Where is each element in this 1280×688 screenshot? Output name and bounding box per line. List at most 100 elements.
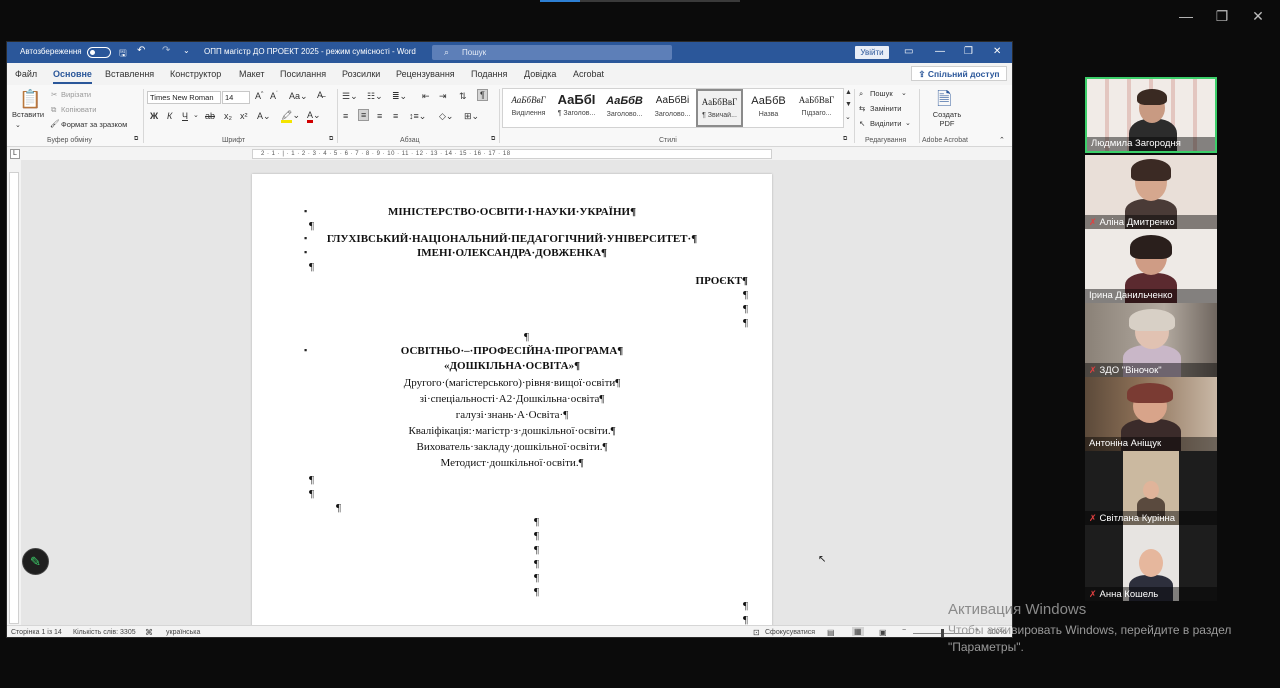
find-button[interactable]: Пошук bbox=[870, 89, 893, 98]
focus-button[interactable]: Сфокусуватися bbox=[765, 629, 815, 636]
page-count[interactable]: Сторінка 1 із 14 bbox=[11, 629, 62, 636]
italic-icon[interactable]: К bbox=[167, 111, 172, 121]
superscript-icon[interactable]: x² bbox=[240, 111, 248, 121]
style-heading-3[interactable]: АаБбВі Заголово... bbox=[649, 89, 696, 127]
bullets-icon[interactable]: ☰⌄ bbox=[342, 91, 358, 102]
style-emphasis[interactable]: АаБбВвГ Виділення bbox=[505, 89, 552, 127]
cut-icon[interactable]: ✂ bbox=[51, 90, 57, 99]
paste-button[interactable]: Вставити bbox=[12, 110, 44, 119]
text-effects-icon[interactable]: A⌄ bbox=[257, 111, 271, 122]
zoom-out-icon[interactable]: − bbox=[902, 627, 906, 634]
replace-icon[interactable]: ⇆ bbox=[859, 104, 865, 113]
tab-review[interactable]: Рецензування bbox=[396, 69, 455, 79]
word-count[interactable]: Кількість слів: 3305 bbox=[73, 629, 136, 636]
cut-button[interactable]: Вирізати bbox=[61, 90, 91, 99]
replace-button[interactable]: Замінити bbox=[870, 104, 901, 113]
read-mode-icon[interactable]: ▤ bbox=[827, 628, 835, 637]
align-center-icon[interactable]: ≡ bbox=[358, 109, 370, 121]
paste-icon[interactable]: 📋 bbox=[19, 89, 41, 110]
subscript-icon[interactable]: x₂ bbox=[224, 111, 232, 121]
minimize-icon[interactable]: — bbox=[935, 46, 945, 57]
collapse-ribbon-icon[interactable]: ⌃ bbox=[999, 136, 1005, 144]
tab-selector-icon[interactable]: L bbox=[10, 149, 20, 159]
tab-layout[interactable]: Макет bbox=[239, 69, 264, 79]
create-pdf-button[interactable]: Создать PDF bbox=[930, 110, 964, 128]
tab-design[interactable]: Конструктор bbox=[170, 69, 221, 79]
styles-launcher-icon[interactable]: ⧉ bbox=[843, 136, 847, 143]
participant-tile[interactable]: Антоніна Аніщук bbox=[1085, 377, 1217, 451]
multilevel-list-icon[interactable]: ≣⌄ bbox=[392, 91, 407, 102]
clipboard-launcher-icon[interactable]: ⧉ bbox=[134, 136, 138, 143]
proofing-icon[interactable]: ⌘ bbox=[145, 628, 153, 637]
share-button[interactable]: ⇪ Спільний доступ bbox=[911, 66, 1007, 81]
line-spacing-icon[interactable]: ↕≡⌄ bbox=[409, 111, 426, 122]
find-dropdown-icon[interactable]: ⌄ bbox=[901, 89, 907, 97]
clear-formatting-icon[interactable]: A̶ bbox=[317, 90, 323, 100]
host-maximize-icon[interactable]: ❐ bbox=[1212, 8, 1232, 25]
annotate-pen-icon[interactable]: ✎ bbox=[22, 548, 49, 575]
select-icon[interactable]: ↖ bbox=[859, 119, 865, 128]
close-icon[interactable]: ✕ bbox=[993, 46, 1001, 57]
tab-insert[interactable]: Вставлення bbox=[105, 69, 154, 79]
horizontal-ruler[interactable]: 2 · 1 · | · 1 · 2 · 3 · 4 · 5 · 6 · 7 · … bbox=[252, 149, 772, 159]
font-size-select[interactable]: 14 bbox=[222, 91, 250, 104]
zoom-slider-thumb[interactable] bbox=[941, 629, 944, 637]
style-subtitle[interactable]: АаБбВвГ Підзаго... bbox=[793, 89, 840, 127]
signin-button[interactable]: Увійти bbox=[855, 46, 889, 59]
styles-scroll-down-icon[interactable]: ▼ bbox=[845, 101, 852, 108]
copy-button[interactable]: Копіювати bbox=[61, 105, 96, 114]
tab-acrobat[interactable]: Acrobat bbox=[573, 69, 604, 79]
paragraph-launcher-icon[interactable]: ⧉ bbox=[491, 136, 495, 143]
host-close-icon[interactable]: ✕ bbox=[1248, 8, 1268, 25]
participant-tile[interactable]: ✗ ЗДО "Віночок" bbox=[1085, 303, 1217, 377]
tab-mailings[interactable]: Розсилки bbox=[342, 69, 380, 79]
borders-icon[interactable]: ⊞⌄ bbox=[464, 111, 479, 122]
participant-tile[interactable]: ✗ Анна Кошель bbox=[1085, 525, 1217, 601]
styles-scroll-up-icon[interactable]: ▲ bbox=[845, 89, 852, 96]
participant-tile[interactable]: ✗ Світлана Курінна bbox=[1085, 451, 1217, 525]
justify-icon[interactable]: ≡ bbox=[393, 111, 398, 121]
autosave-toggle[interactable] bbox=[87, 47, 111, 58]
numbering-icon[interactable]: ☷⌄ bbox=[367, 91, 383, 102]
tab-file[interactable]: Файл bbox=[15, 69, 37, 79]
web-layout-icon[interactable]: ▣ bbox=[879, 628, 887, 637]
increase-indent-icon[interactable]: ⇥ bbox=[439, 91, 447, 102]
vertical-ruler[interactable] bbox=[9, 172, 19, 624]
quick-access-dropdown-icon[interactable]: ⌄ bbox=[183, 46, 190, 55]
sort-icon[interactable]: ⇅ bbox=[459, 91, 467, 102]
tab-help[interactable]: Довідка bbox=[524, 69, 556, 79]
align-right-icon[interactable]: ≡ bbox=[377, 111, 382, 121]
font-launcher-icon[interactable]: ⧉ bbox=[329, 136, 333, 143]
format-painter-button[interactable]: Формат за зразком bbox=[61, 120, 127, 129]
find-icon[interactable]: ⌕ bbox=[859, 89, 863, 99]
tab-view[interactable]: Подання bbox=[471, 69, 507, 79]
participant-tile[interactable]: Людмила Загородня bbox=[1085, 77, 1217, 153]
underline-icon[interactable]: Ч bbox=[182, 111, 188, 121]
show-formatting-icon[interactable]: ¶ bbox=[477, 89, 488, 101]
participant-tile[interactable]: Ірина Данильченко bbox=[1085, 229, 1217, 303]
style-normal[interactable]: АаБбВвГ ¶ Звичай... bbox=[696, 89, 743, 127]
restore-icon[interactable]: ❐ bbox=[964, 46, 973, 57]
print-layout-icon[interactable]: ▦ bbox=[852, 627, 864, 636]
change-case-icon[interactable]: Aa⌄ bbox=[289, 91, 308, 102]
format-painter-icon[interactable]: 🖌 bbox=[50, 119, 60, 128]
participant-tile[interactable]: ✗ Аліна Дмитренко bbox=[1085, 155, 1217, 229]
select-button[interactable]: Виділити bbox=[870, 119, 901, 128]
select-dropdown-icon[interactable]: ⌄ bbox=[905, 119, 911, 127]
search-box[interactable]: ⌕ Пошук bbox=[432, 45, 672, 60]
shrink-font-icon[interactable]: Aˇ bbox=[270, 91, 278, 101]
align-left-icon[interactable]: ≡ bbox=[343, 111, 348, 121]
save-icon[interactable]: 🖫 bbox=[119, 46, 127, 62]
bold-icon[interactable]: Ж bbox=[150, 111, 158, 121]
tab-references[interactable]: Посилання bbox=[280, 69, 326, 79]
undo-icon[interactable]: ↶ bbox=[137, 45, 145, 56]
tab-home[interactable]: Основне bbox=[53, 69, 92, 84]
document-page[interactable]: ▪ МІНІСТЕРСТВО·ОСВІТИ·І·НАУКИ·УКРАЇНИ¶ ¶… bbox=[252, 174, 772, 637]
grow-font-icon[interactable]: A^ bbox=[255, 91, 263, 101]
copy-icon[interactable]: ⧉ bbox=[51, 105, 56, 115]
shading-icon[interactable]: ◇⌄ bbox=[439, 111, 453, 122]
ribbon-display-icon[interactable]: ▭ bbox=[904, 46, 913, 57]
highlight-icon[interactable]: 🖍⌄ bbox=[281, 110, 300, 123]
language-indicator[interactable]: українська bbox=[166, 629, 200, 636]
focus-icon[interactable]: ⊡ bbox=[753, 628, 760, 637]
